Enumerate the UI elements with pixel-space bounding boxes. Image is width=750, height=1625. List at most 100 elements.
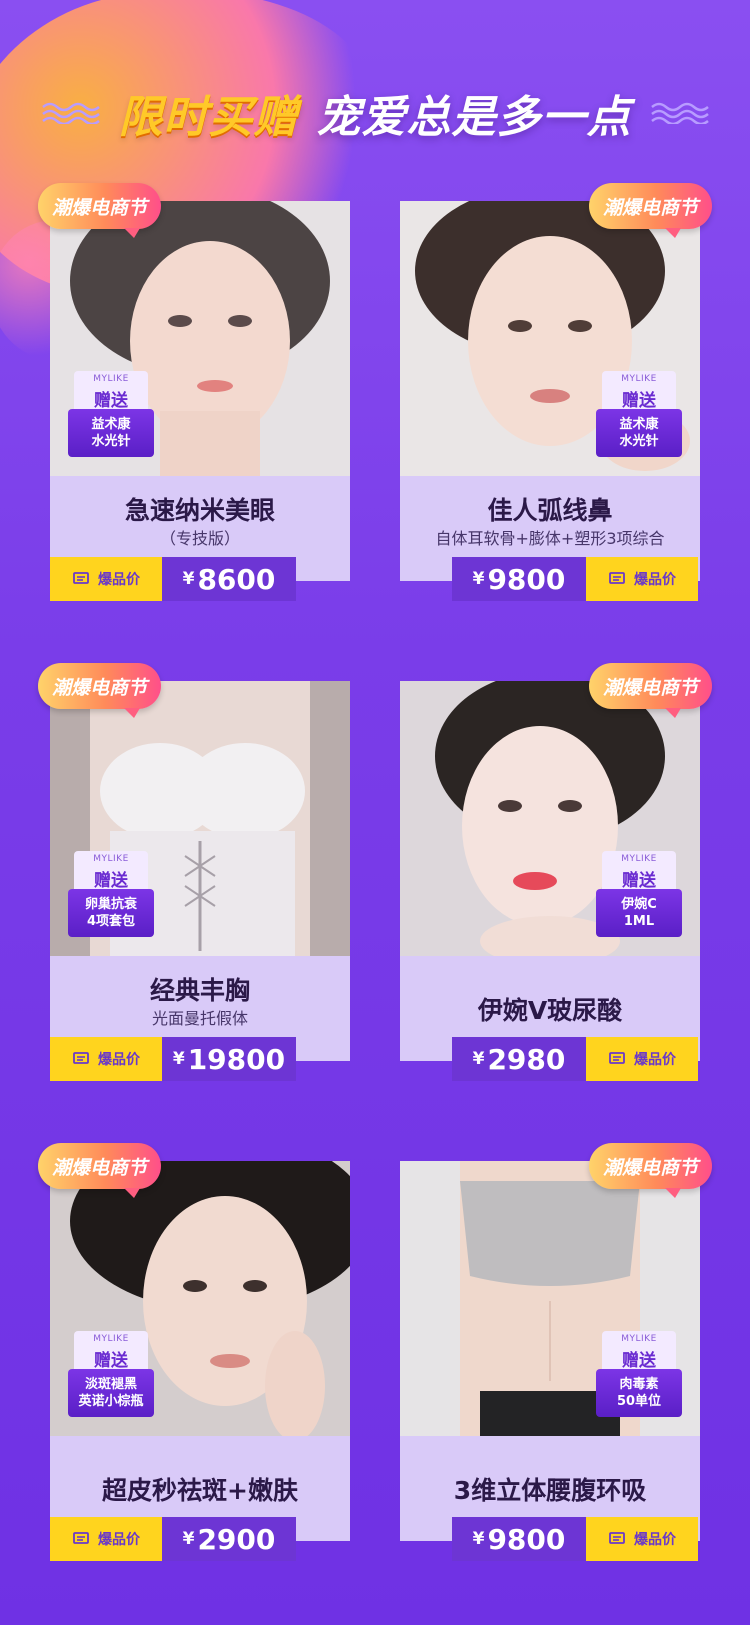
hot-price-label: 爆品价 (634, 572, 676, 588)
festival-tag: 潮爆电商节 (38, 1143, 162, 1198)
gift-line-2: 水光针 (91, 434, 131, 449)
hot-price-flag: 爆品价 (50, 1517, 162, 1561)
gift-badge: MYLIKE 赠送 益术康 水光针 (596, 371, 682, 457)
product-title: 经典丰胸 (149, 976, 250, 1005)
price-amount: 2980 (487, 1042, 566, 1076)
gift-label: 赠送 (94, 871, 128, 891)
gift-brand: MYLIKE (93, 854, 129, 864)
gift-line-1: 伊婉C (621, 897, 657, 912)
hot-price-label: 爆品价 (98, 1052, 140, 1068)
gift-badge-top: MYLIKE 赠送 (74, 371, 148, 413)
price-bar: 爆品价 ¥ 19800 (50, 1037, 350, 1081)
product-card[interactable]: 潮爆电商节 MYLIKE 赠送 益术康 水光针 急速纳米美眼 （专技版） 爆品价… (38, 183, 350, 601)
gift-badge-top: MYLIKE 赠送 (602, 851, 676, 893)
gift-line-1: 淡斑褪黑 (84, 1377, 137, 1392)
hot-price-label: 爆品价 (634, 1052, 676, 1068)
gift-brand: MYLIKE (621, 1334, 657, 1344)
currency-symbol: ¥ (172, 1049, 185, 1069)
gift-brand: MYLIKE (93, 1334, 129, 1344)
price-value: ¥ 8600 (162, 557, 296, 601)
gift-line-2: 50单位 (616, 1394, 662, 1409)
currency-symbol: ¥ (472, 1529, 485, 1549)
product-card[interactable]: 潮爆电商节 MYLIKE 赠送 肉毒素 50单位 3维立体腰腹环吸 ¥ 9800… (400, 1143, 712, 1561)
gift-brand: MYLIKE (93, 374, 129, 384)
hot-price-flag: 爆品价 (50, 557, 162, 601)
price-value: ¥ 2980 (452, 1037, 586, 1081)
product-card[interactable]: 潮爆电商节 MYLIKE 赠送 淡斑褪黑 英诺小棕瓶 超皮秒祛斑+嫩肤 爆品价 … (38, 1143, 350, 1561)
price-amount: 8600 (197, 562, 276, 596)
product-subtitle: 光面曼托假体 (151, 1009, 248, 1028)
currency-symbol: ¥ (182, 1529, 195, 1549)
gift-badge: MYLIKE 赠送 卵巢抗衰 4项套包 (68, 851, 154, 937)
gift-label: 赠送 (622, 1351, 656, 1371)
festival-tag: 潮爆电商节 (588, 183, 712, 238)
currency-symbol: ¥ (472, 1049, 485, 1069)
price-bar: 爆品价 ¥ 8600 (50, 557, 350, 601)
price-value: ¥ 19800 (162, 1037, 296, 1081)
gift-line-1: 肉毒素 (619, 1377, 659, 1392)
product-title: 超皮秒祛斑+嫩肤 (102, 1476, 298, 1505)
hot-price-flag: 爆品价 (50, 1037, 162, 1081)
gift-content: 淡斑褪黑 英诺小棕瓶 (68, 1369, 154, 1417)
page-header: 限时买赠 宠爱总是多一点 (0, 78, 750, 148)
gift-line-2: 英诺小棕瓶 (78, 1394, 144, 1409)
header-title-highlight: 限时买赠 (118, 92, 299, 143)
gift-content: 肉毒素 50单位 (596, 1369, 682, 1417)
product-title: 急速纳米美眼 (124, 496, 275, 525)
currency-symbol: ¥ (182, 569, 195, 589)
hot-price-label: 爆品价 (98, 1532, 140, 1548)
price-bar: ¥ 9800 爆品价 (452, 557, 742, 601)
flag-icon (73, 1532, 89, 1544)
gift-label: 赠送 (94, 391, 128, 411)
wave-decoration-right-icon (650, 102, 710, 124)
hot-price-flag: 爆品价 (586, 1517, 698, 1561)
wave-decoration-left-icon (41, 102, 101, 124)
gift-content: 益术康 水光针 (596, 409, 682, 457)
gift-badge-top: MYLIKE 赠送 (602, 371, 676, 413)
gift-line-1: 卵巢抗衰 (84, 897, 137, 912)
gift-brand: MYLIKE (621, 854, 657, 864)
product-card[interactable]: 潮爆电商节 MYLIKE 赠送 卵巢抗衰 4项套包 经典丰胸 光面曼托假体 爆品… (38, 663, 350, 1081)
product-subtitle: 自体耳软骨+膨体+塑形3项综合 (435, 529, 665, 548)
product-card[interactable]: 潮爆电商节 MYLIKE 赠送 伊婉C 1ML 伊婉V玻尿酸 ¥ 2980 爆品… (400, 663, 712, 1081)
flag-icon (609, 1052, 625, 1064)
hot-price-flag: 爆品价 (586, 1037, 698, 1081)
header-title: 宠爱总是多一点 (316, 92, 632, 143)
gift-line-1: 益术康 (619, 417, 659, 432)
gift-line-2: 1ML (623, 914, 655, 929)
gift-line-2: 4项套包 (86, 914, 136, 929)
product-title: 3维立体腰腹环吸 (453, 1476, 647, 1505)
hot-price-label: 爆品价 (98, 572, 140, 588)
gift-label: 赠送 (622, 871, 656, 891)
gift-badge: MYLIKE 赠送 益术康 水光针 (68, 371, 154, 457)
currency-symbol: ¥ (472, 569, 485, 589)
price-bar: ¥ 9800 爆品价 (452, 1517, 742, 1561)
festival-tag: 潮爆电商节 (588, 1143, 712, 1198)
price-value: ¥ 9800 (452, 557, 586, 601)
price-amount: 9800 (487, 562, 566, 596)
product-title: 伊婉V玻尿酸 (477, 996, 623, 1025)
gift-badge-top: MYLIKE 赠送 (74, 851, 148, 893)
flag-icon (73, 572, 89, 584)
price-bar: 爆品价 ¥ 2900 (50, 1517, 350, 1561)
price-amount: 2900 (197, 1522, 276, 1556)
gift-brand: MYLIKE (621, 374, 657, 384)
festival-tag: 潮爆电商节 (588, 663, 712, 718)
festival-tag: 潮爆电商节 (38, 183, 162, 238)
festival-tag: 潮爆电商节 (38, 663, 162, 718)
gift-line-2: 水光针 (619, 434, 659, 449)
flag-icon (609, 572, 625, 584)
gift-content: 卵巢抗衰 4项套包 (68, 889, 154, 937)
price-value: ¥ 9800 (452, 1517, 586, 1561)
gift-label: 赠送 (94, 1351, 128, 1371)
price-amount: 19800 (187, 1042, 286, 1076)
hot-price-flag: 爆品价 (586, 557, 698, 601)
product-card[interactable]: 潮爆电商节 MYLIKE 赠送 益术康 水光针 佳人弧线鼻 自体耳软骨+膨体+塑… (400, 183, 712, 601)
hot-price-label: 爆品价 (634, 1532, 676, 1548)
gift-line-1: 益术康 (91, 417, 131, 432)
gift-badge-top: MYLIKE 赠送 (74, 1331, 148, 1373)
gift-badge: MYLIKE 赠送 淡斑褪黑 英诺小棕瓶 (68, 1331, 154, 1417)
gift-content: 益术康 水光针 (68, 409, 154, 457)
gift-label: 赠送 (622, 391, 656, 411)
gift-badge: MYLIKE 赠送 伊婉C 1ML (596, 851, 682, 937)
